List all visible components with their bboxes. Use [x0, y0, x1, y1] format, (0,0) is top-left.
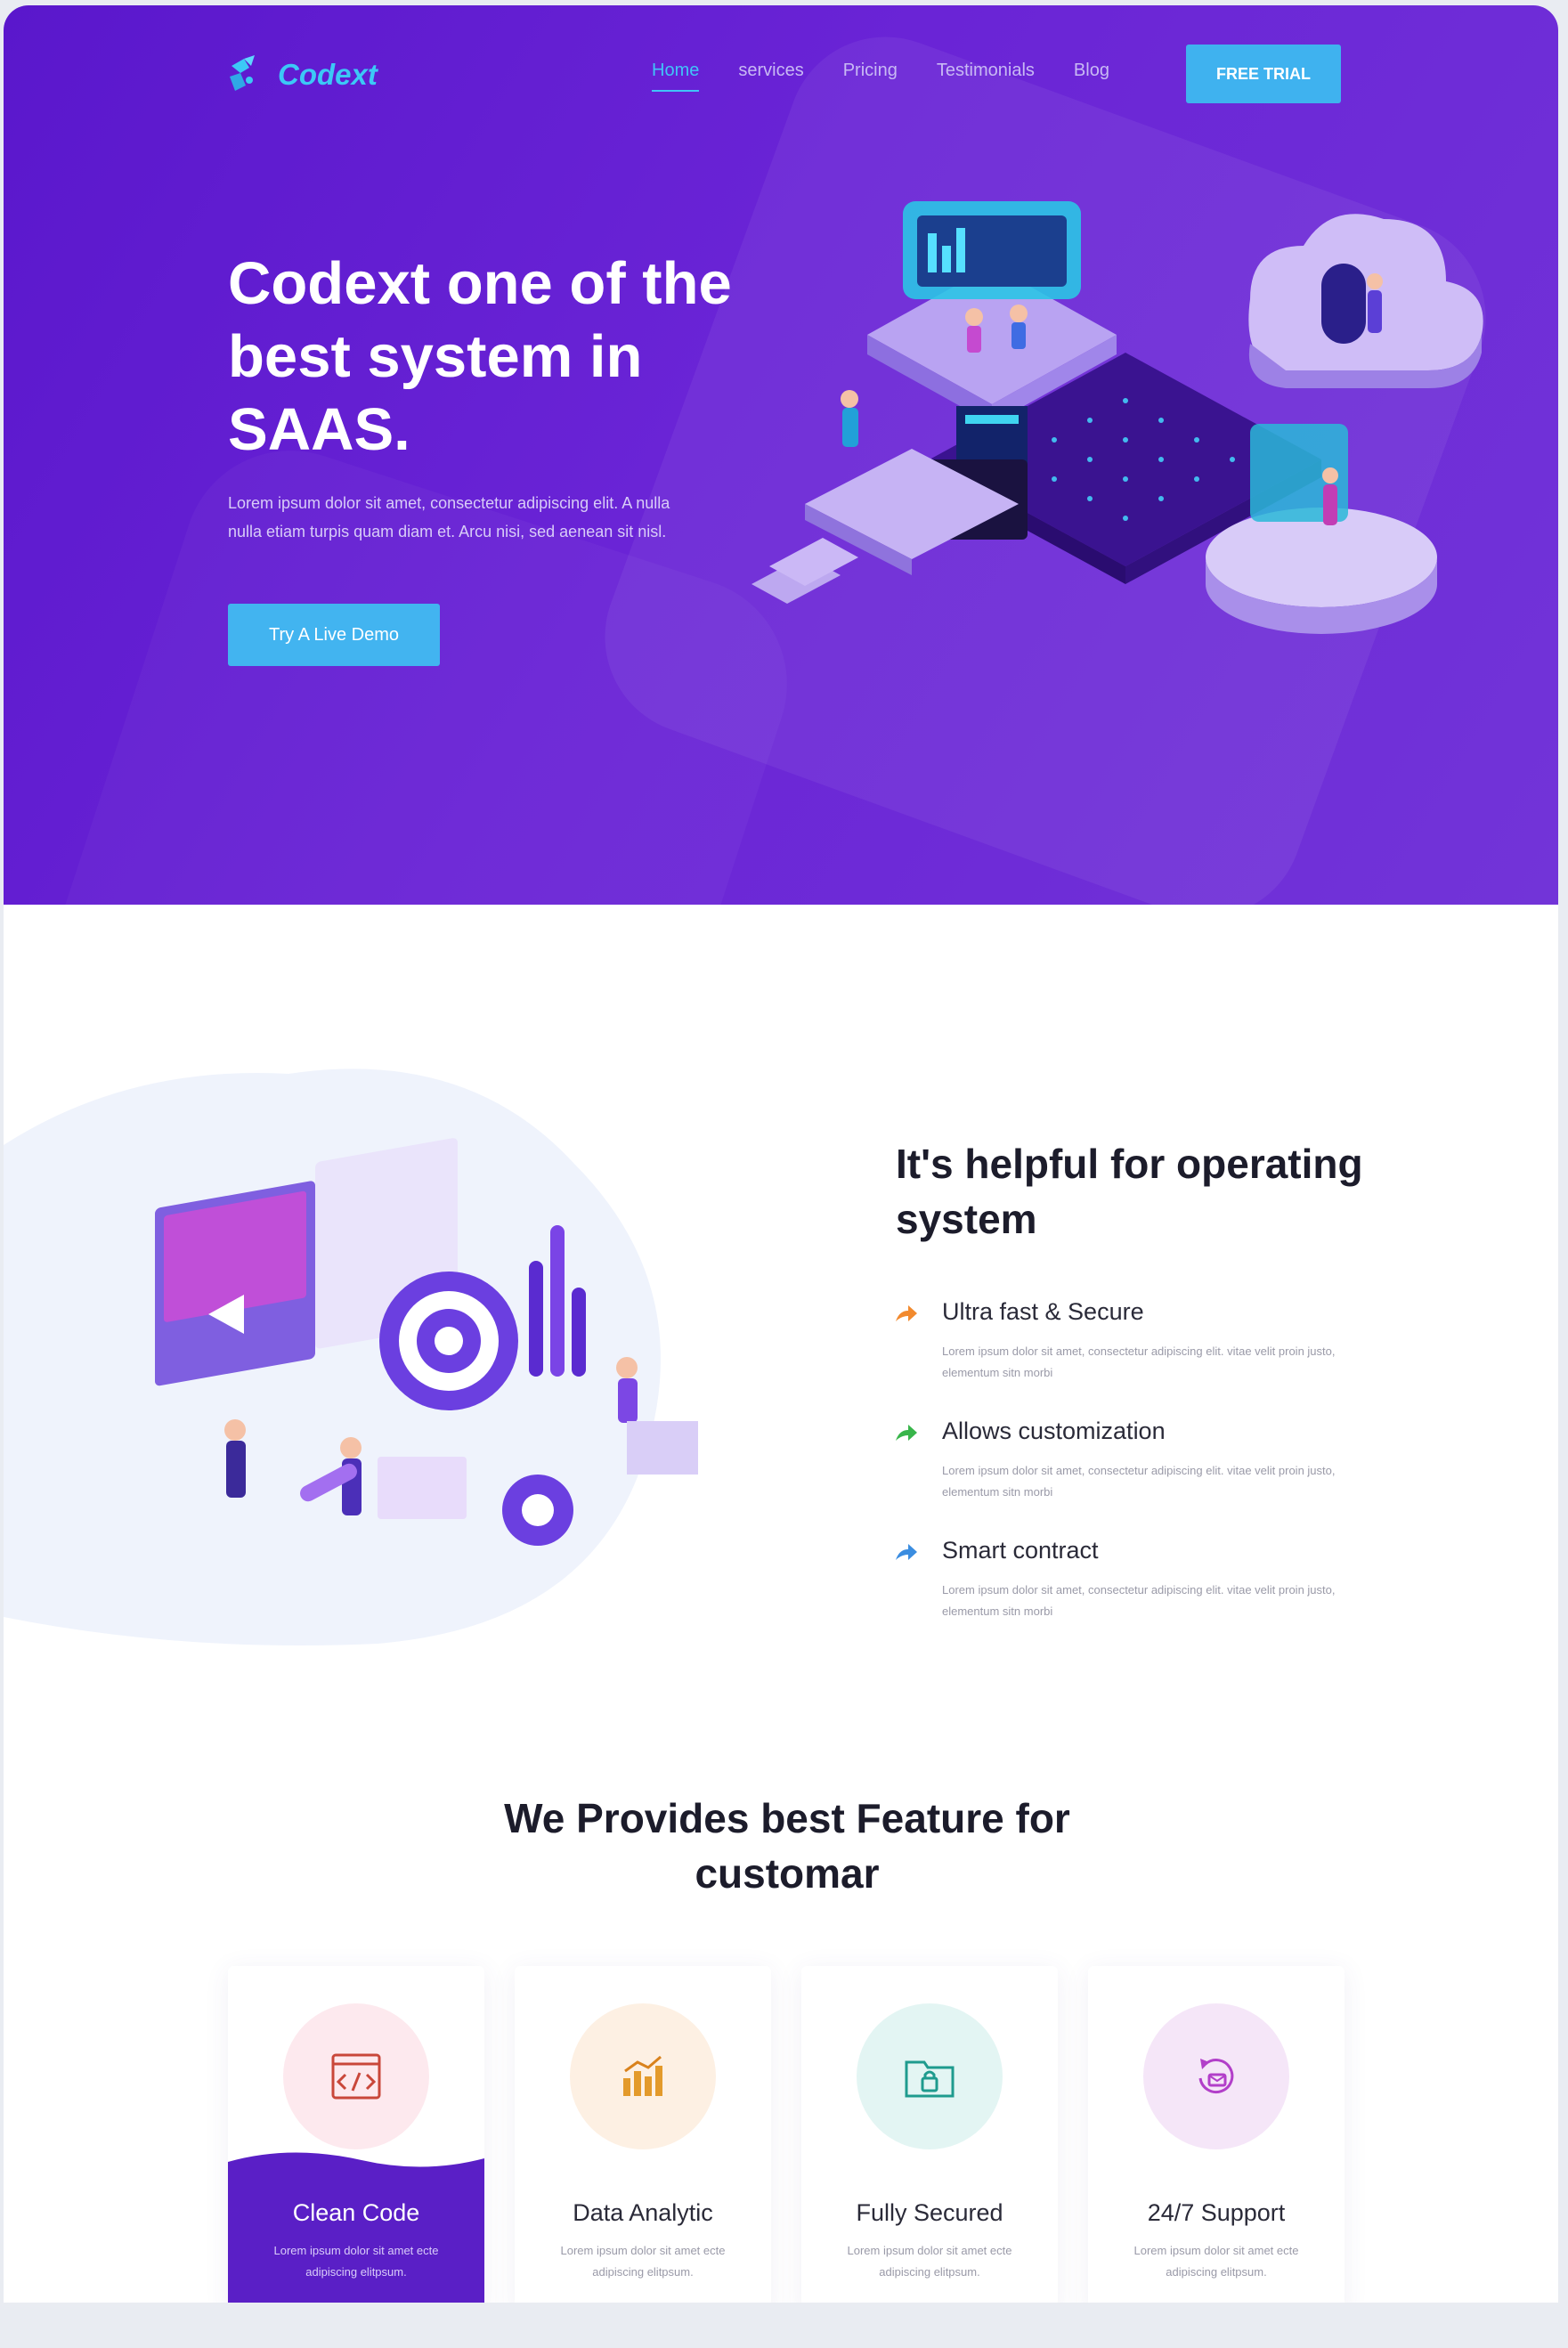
- logo-icon: [230, 55, 255, 91]
- service-card-support[interactable]: 24/7 Support Lorem ipsum dolor sit amet …: [1088, 1966, 1345, 2303]
- hero-title: Codext one of the best system in SAAS.: [228, 250, 732, 463]
- card-icon-circle: [1143, 2003, 1289, 2149]
- arrow-icon: [896, 1425, 917, 1441]
- free-trial-button[interactable]: FREE TRIAL: [1186, 45, 1341, 103]
- card-description: Lorem ipsum dolor sit amet ecte adipisci…: [1133, 2244, 1299, 2279]
- service-card-clean-code[interactable]: Clean Code Lorem ipsum dolor sit amet ec…: [228, 1966, 484, 2303]
- hero-section: Codext Home services Pricing Testimonial…: [4, 5, 1558, 905]
- nav-testimonials[interactable]: Testimonials: [937, 61, 1035, 81]
- arrow-icon: [896, 1305, 917, 1321]
- lock-folder-icon: [905, 2060, 955, 2098]
- bar-chart-icon: [623, 2055, 662, 2096]
- brand-name: Codext: [278, 58, 378, 91]
- card-title: Clean Code: [292, 2199, 420, 2226]
- feature-title: Ultra fast & Secure: [942, 1298, 1144, 1325]
- landing-page: Codext Home services Pricing Testimonial…: [4, 5, 1558, 2303]
- feature-description: Lorem ipsum dolor sit amet, consectetur …: [942, 1345, 1336, 1379]
- nav-pricing[interactable]: Pricing: [843, 61, 898, 81]
- service-card-fully-secured[interactable]: Fully Secured Lorem ipsum dolor sit amet…: [801, 1966, 1058, 2303]
- code-icon: [331, 2053, 381, 2100]
- feature-title: Allows customization: [942, 1418, 1166, 1444]
- main-nav: Home services Pricing Testimonials Blog: [652, 61, 1149, 92]
- nav-home[interactable]: Home: [652, 61, 700, 92]
- nav-services[interactable]: services: [738, 61, 803, 81]
- about-isometric-illustration: [155, 1138, 698, 1546]
- service-card-data-analytic[interactable]: Data Analytic Lorem ipsum dolor sit amet…: [515, 1966, 771, 2303]
- arrow-icon: [896, 1544, 917, 1560]
- card-icon-circle: [857, 2003, 1003, 2149]
- support-icon: [1198, 2059, 1234, 2094]
- card-description: Lorem ipsum dolor sit amet ecte adipisci…: [847, 2244, 1012, 2279]
- feature-description: Lorem ipsum dolor sit amet, consectetur …: [942, 1464, 1336, 1499]
- card-description: Lorem ipsum dolor sit amet ecte adipisci…: [560, 2244, 726, 2279]
- hero-isometric-illustration: [752, 201, 1483, 634]
- card-title: 24/7 Support: [1147, 2199, 1286, 2226]
- card-title: Data Analytic: [573, 2199, 713, 2226]
- about-title: It's helpful for operating system: [896, 1141, 1363, 1242]
- services-title: We Provides best Feature for customar: [504, 1795, 1070, 1897]
- brand-logo[interactable]: Codext: [224, 50, 378, 100]
- nav-blog[interactable]: Blog: [1074, 61, 1109, 81]
- card-icon-circle: [570, 2003, 716, 2149]
- card-title: Fully Secured: [856, 2199, 1003, 2226]
- card-description: Lorem ipsum dolor sit amet ecte adipisci…: [273, 2244, 439, 2279]
- feature-description: Lorem ipsum dolor sit amet, consectetur …: [942, 1583, 1336, 1618]
- live-demo-button[interactable]: Try A Live Demo: [228, 604, 440, 666]
- feature-title: Smart contract: [942, 1537, 1099, 1564]
- hero-description: Lorem ipsum dolor sit amet, consectetur …: [228, 494, 670, 540]
- card-icon-circle: [283, 2003, 429, 2149]
